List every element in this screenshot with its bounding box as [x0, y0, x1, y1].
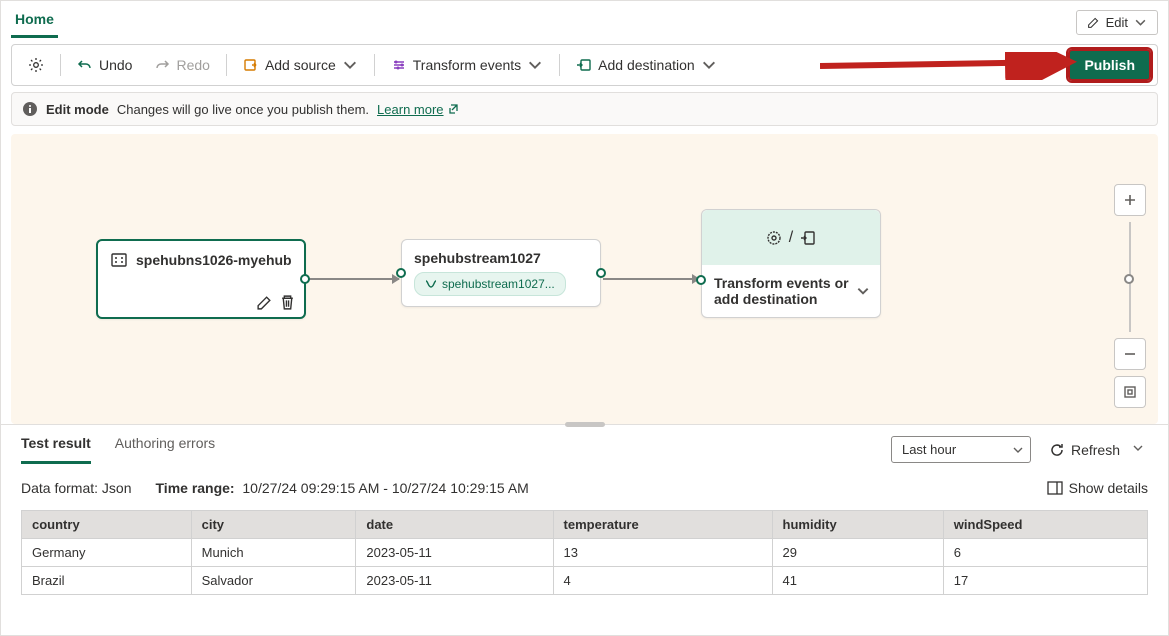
time-range: Time range: 10/27/24 09:29:15 AM - 10/27… [156, 480, 529, 496]
transform-placeholder-icon [765, 229, 783, 247]
edit-node-icon[interactable] [256, 294, 273, 311]
edit-button[interactable]: Edit [1076, 10, 1158, 35]
edit-label: Edit [1106, 15, 1128, 30]
external-link-icon [447, 103, 459, 115]
banner-mode: Edit mode [46, 102, 109, 117]
panel-resize-handle[interactable] [565, 422, 605, 427]
refresh-options[interactable] [1128, 437, 1148, 462]
undo-icon [77, 57, 93, 73]
col-windSpeed: windSpeed [943, 511, 1147, 539]
redo-button: Redo [144, 52, 219, 78]
undo-button[interactable]: Undo [67, 52, 142, 78]
stream-title: spehubstream1027 [414, 250, 588, 266]
canvas[interactable]: spehubns1026-myehub spehubstream1027 spe… [11, 134, 1158, 424]
publish-button[interactable]: Publish [1068, 49, 1151, 81]
transform-icon [391, 57, 407, 73]
port-out[interactable] [300, 274, 310, 284]
add-source-button[interactable]: Add source [233, 52, 368, 78]
add-destination-icon [576, 57, 592, 73]
chevron-down-icon [701, 57, 717, 73]
info-icon [22, 101, 38, 117]
results-table: countrycitydatetemperaturehumiditywindSp… [21, 510, 1148, 595]
chevron-down-icon [1134, 16, 1147, 29]
transform-label: Transform events [413, 57, 521, 73]
stream-chip-label: spehubstream1027... [442, 277, 555, 291]
results-panel: Test result Authoring errors Last hour R… [1, 424, 1168, 605]
dest-body-text: Transform events or add destination [714, 275, 849, 307]
node-stream[interactable]: spehubstream1027 spehubstream1027... [401, 239, 601, 307]
tab-test-result[interactable]: Test result [21, 435, 91, 464]
zoom-in-button[interactable] [1114, 184, 1146, 216]
eventhub-icon [110, 251, 128, 269]
col-country: country [22, 511, 192, 539]
col-city: city [191, 511, 356, 539]
chevron-down-icon [527, 57, 543, 73]
gear-icon [28, 57, 44, 73]
refresh-button[interactable]: Refresh [1041, 437, 1128, 463]
tab-home[interactable]: Home [11, 7, 58, 38]
node-source[interactable]: spehubns1026-myehub [96, 239, 306, 319]
port-in[interactable] [396, 268, 406, 278]
settings-button[interactable] [18, 52, 54, 78]
chevron-down-icon [1012, 444, 1024, 456]
chevron-down-icon[interactable] [856, 284, 870, 298]
slash: / [789, 229, 793, 247]
add-dest-label: Add destination [598, 57, 695, 73]
show-details-label: Show details [1069, 480, 1148, 496]
zoom-slider[interactable] [1129, 222, 1131, 332]
pencil-icon [1087, 16, 1100, 29]
chevron-down-icon [1132, 442, 1144, 454]
node-destination[interactable]: / Transform events or add destination [701, 209, 881, 318]
col-humidity: humidity [772, 511, 943, 539]
learn-more-link[interactable]: Learn more [377, 102, 458, 117]
source-title: spehubns1026-myehub [136, 252, 292, 268]
redo-icon [154, 57, 170, 73]
add-source-label: Add source [265, 57, 336, 73]
chevron-down-icon [342, 57, 358, 73]
refresh-icon [1049, 442, 1065, 458]
banner-message: Changes will go live once you publish th… [117, 102, 369, 117]
refresh-label: Refresh [1071, 442, 1120, 458]
add-destination-button[interactable]: Add destination [566, 52, 727, 78]
transform-events-button[interactable]: Transform events [381, 52, 553, 78]
delete-node-icon[interactable] [279, 294, 296, 311]
table-row[interactable]: GermanyMunich2023-05-1113296 [22, 539, 1148, 567]
stream-chip[interactable]: spehubstream1027... [414, 272, 566, 296]
redo-label: Redo [176, 57, 209, 73]
zoom-out-button[interactable] [1114, 338, 1146, 370]
destination-placeholder-icon [799, 229, 817, 247]
undo-label: Undo [99, 57, 132, 73]
toolbar: Undo Redo Add source Transform events Ad… [11, 44, 1158, 86]
data-format: Data format: Json [21, 480, 132, 496]
timerange-select[interactable]: Last hour [891, 436, 1031, 463]
zoom-fit-button[interactable] [1114, 376, 1146, 408]
tab-authoring-errors[interactable]: Authoring errors [115, 435, 215, 464]
details-icon [1047, 481, 1063, 495]
col-date: date [356, 511, 553, 539]
add-source-icon [243, 57, 259, 73]
show-details-button[interactable]: Show details [1047, 480, 1148, 496]
port-out[interactable] [596, 268, 606, 278]
port-in[interactable] [696, 275, 706, 285]
col-temperature: temperature [553, 511, 772, 539]
timerange-value: Last hour [902, 442, 956, 457]
table-row[interactable]: BrazilSalvador2023-05-1144117 [22, 567, 1148, 595]
stream-icon [425, 278, 437, 290]
edit-mode-banner: Edit mode Changes will go live once you … [11, 92, 1158, 126]
